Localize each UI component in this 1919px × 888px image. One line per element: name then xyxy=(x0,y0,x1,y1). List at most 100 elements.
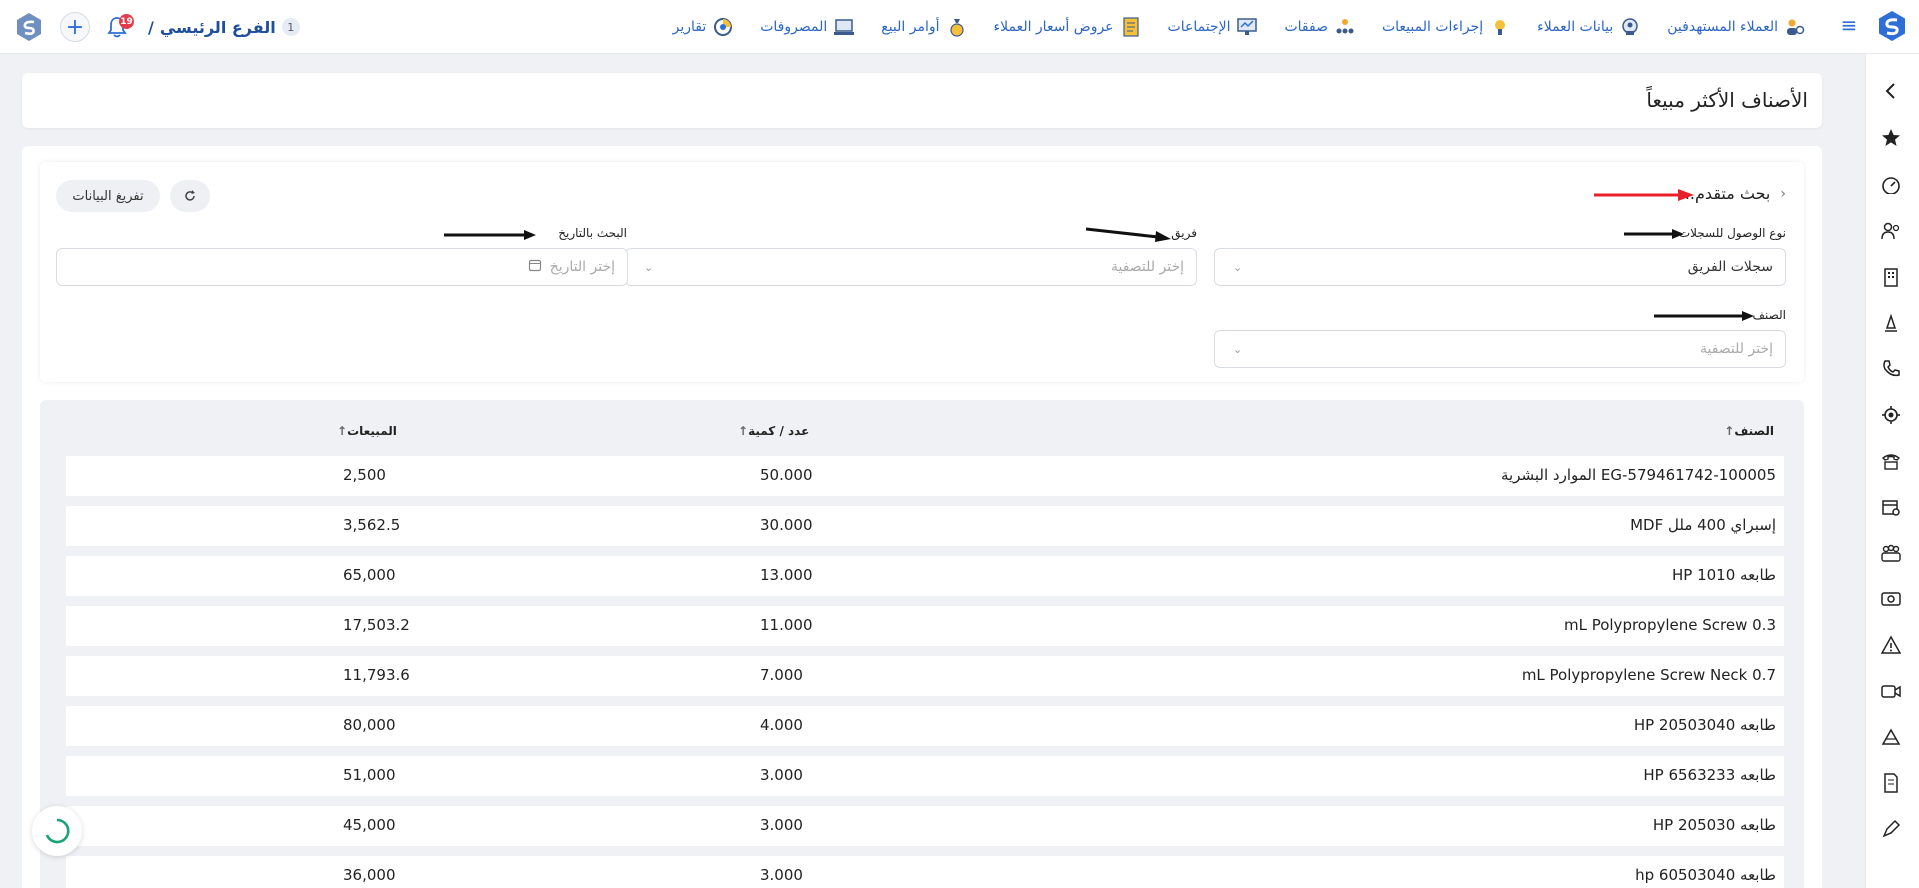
best-selling-table: الصنف ↑ عدد / كمية ↑ المبيعات ↑ EG-57946… xyxy=(40,400,1804,888)
notifications-button[interactable]: 19 xyxy=(104,12,134,42)
cell-item: طابعه HP 1010 xyxy=(1671,566,1776,584)
target-customers-icon xyxy=(1784,16,1806,38)
cell-item: EG-579461742-100005 الموارد البشرية xyxy=(1500,466,1776,484)
cell-qty: 7.000 xyxy=(760,666,803,684)
branch-selector[interactable]: 1 الفرع الرئيسي / xyxy=(142,18,300,37)
team-label: فريق xyxy=(1171,226,1197,240)
cell-sales: 11,793.6 xyxy=(343,666,410,684)
nav-meetings[interactable]: الإجتماعات xyxy=(1155,0,1272,54)
team-select[interactable]: إختر للتصفية ⌄ xyxy=(625,248,1197,286)
dashboard-gauge-icon[interactable] xyxy=(1880,174,1902,196)
cell-qty: 50.000 xyxy=(760,466,813,484)
users-icon[interactable] xyxy=(1880,220,1902,242)
nav-sales-orders[interactable]: أوامر البيع xyxy=(868,0,980,54)
table-row[interactable]: طابعه HP 205030 3.000 45,000 xyxy=(66,806,1784,846)
nav-label: صفقات xyxy=(1284,19,1328,35)
pen-icon[interactable] xyxy=(1880,818,1902,840)
column-header-sales[interactable]: المبيعات ↑ xyxy=(332,424,397,438)
cell-sales: 17,503.2 xyxy=(343,616,410,634)
favorites-star-icon[interactable] xyxy=(1880,127,1902,149)
column-header-qty[interactable]: عدد / كمية ↑ xyxy=(733,424,809,438)
cell-qty: 3.000 xyxy=(760,816,803,834)
item-select[interactable]: إختر للتصفية ⌄ xyxy=(1214,330,1786,368)
access-type-label: نوع الوصول للسجلات xyxy=(1678,226,1786,240)
nav-sales-actions[interactable]: إجراءات المبيعات xyxy=(1369,0,1524,54)
building-icon[interactable] xyxy=(1880,266,1902,288)
access-type-select[interactable]: سجلات الفريق ⌄ xyxy=(1214,248,1786,286)
menu-icon[interactable]: ≡ xyxy=(1839,15,1859,35)
team-icon[interactable] xyxy=(1880,542,1902,564)
nav-label: أوامر البيع xyxy=(881,19,940,35)
date-picker[interactable]: إختر التاريخ xyxy=(56,248,628,286)
reports-icon xyxy=(712,16,734,38)
money-icon[interactable] xyxy=(1880,588,1902,610)
cell-qty: 30.000 xyxy=(760,516,813,534)
item-label: الصنف xyxy=(1752,308,1786,322)
sales-actions-icon xyxy=(1489,16,1511,38)
phone-icon[interactable] xyxy=(1880,358,1902,380)
add-button[interactable]: + xyxy=(60,12,90,42)
calendar-settings-icon[interactable] xyxy=(1880,496,1902,518)
meetings-icon xyxy=(1236,16,1258,38)
table-row[interactable]: طابعه HP 6563233 3.000 51,000 xyxy=(66,756,1784,796)
item-placeholder: إختر للتصفية xyxy=(1699,341,1773,357)
red-annotation-arrow xyxy=(1594,189,1694,201)
collapse-chevron-icon[interactable] xyxy=(1880,80,1902,102)
cell-sales: 36,000 xyxy=(343,866,396,884)
branch-name: الفرع الرئيسي xyxy=(159,17,276,37)
triangle-chart-icon[interactable] xyxy=(1880,726,1902,748)
table-row[interactable]: mL Polypropylene Screw 0.3 11.000 17,503… xyxy=(66,606,1784,646)
nav-expenses[interactable]: المصروفات xyxy=(747,0,868,54)
cell-item: mL Polypropylene Screw Neck 0.7 xyxy=(1521,666,1776,684)
nav-label: عروض أسعار العملاء xyxy=(993,19,1114,35)
warning-icon[interactable] xyxy=(1880,634,1902,656)
nav-deals[interactable]: صفقات xyxy=(1271,0,1369,54)
column-header-item[interactable]: الصنف ↑ xyxy=(1719,424,1774,438)
deals-icon xyxy=(1334,16,1356,38)
filter-panel: ‹ بحث متقدم... تفريغ البيانات نوع الوصول… xyxy=(40,162,1804,382)
cell-item: إسبراي 400 ملل MDF xyxy=(1630,516,1776,534)
black-annotation-arrow xyxy=(1654,311,1754,321)
cell-qty: 3.000 xyxy=(760,866,803,884)
advanced-search-toggle[interactable]: ‹ بحث متقدم... xyxy=(1680,184,1786,203)
table-row[interactable]: mL Polypropylene Screw Neck 0.7 7.000 11… xyxy=(66,656,1784,696)
date-search-label: البحث بالتاريخ xyxy=(558,226,627,240)
cell-item: mL Polypropylene Screw 0.3 xyxy=(1563,616,1776,634)
app-switcher-icon[interactable] xyxy=(14,12,44,42)
page-title: الأصناف الأكثر مبيعاً xyxy=(1646,88,1808,112)
header-label: عدد / كمية xyxy=(748,424,810,438)
cell-qty: 13.000 xyxy=(760,566,813,584)
branch-number: 1 xyxy=(281,18,300,36)
refresh-button[interactable] xyxy=(170,180,210,212)
chevron-down-icon: ⌄ xyxy=(644,260,654,274)
cell-sales: 51,000 xyxy=(343,766,396,784)
app-logo-icon[interactable] xyxy=(1875,9,1909,43)
table-row[interactable]: إسبراي 400 ملل MDF 30.000 3,562.5 xyxy=(66,506,1784,546)
nav-reports[interactable]: تقارير xyxy=(660,0,748,54)
nav-label: تقارير xyxy=(672,19,707,35)
branch-separator: / xyxy=(148,17,154,37)
team-placeholder: إختر للتصفية xyxy=(1110,259,1184,275)
refresh-icon xyxy=(185,190,195,201)
table-row[interactable]: طابعه HP 1010 13.000 65,000 xyxy=(66,556,1784,596)
cell-item: طابعه HP 205030 xyxy=(1652,816,1776,834)
top-navigation: العملاء المستهدفين بيانات العملاء إجراءا… xyxy=(660,0,1819,54)
video-call-icon[interactable] xyxy=(1880,680,1902,702)
nav-customer-data[interactable]: بيانات العملاء xyxy=(1524,0,1654,54)
nav-label: إجراءات المبيعات xyxy=(1381,19,1484,35)
invoice-icon[interactable] xyxy=(1880,772,1902,794)
table-row[interactable]: طابعه hp 60503040 3.000 36,000 xyxy=(66,856,1784,888)
clear-data-button[interactable]: تفريغ البيانات xyxy=(56,180,160,212)
cell-qty: 4.000 xyxy=(760,716,803,734)
location-target-icon[interactable] xyxy=(1880,404,1902,426)
sort-arrow-icon: ↑ xyxy=(337,424,348,438)
tools-icon[interactable] xyxy=(1880,312,1902,334)
nav-quotes[interactable]: عروض أسعار العملاء xyxy=(981,0,1155,54)
top-bar: ≡ العملاء المستهدفين بيانات العملاء إجرا… xyxy=(0,0,1919,54)
expenses-icon xyxy=(833,16,855,38)
telephone-icon[interactable] xyxy=(1880,450,1902,472)
table-row[interactable]: طابعه HP 20503040 4.000 80,000 xyxy=(66,706,1784,746)
table-row[interactable]: EG-579461742-100005 الموارد البشرية 50.0… xyxy=(66,456,1784,496)
notification-badge: 19 xyxy=(119,14,134,29)
nav-target-customers[interactable]: العملاء المستهدفين xyxy=(1654,0,1819,54)
